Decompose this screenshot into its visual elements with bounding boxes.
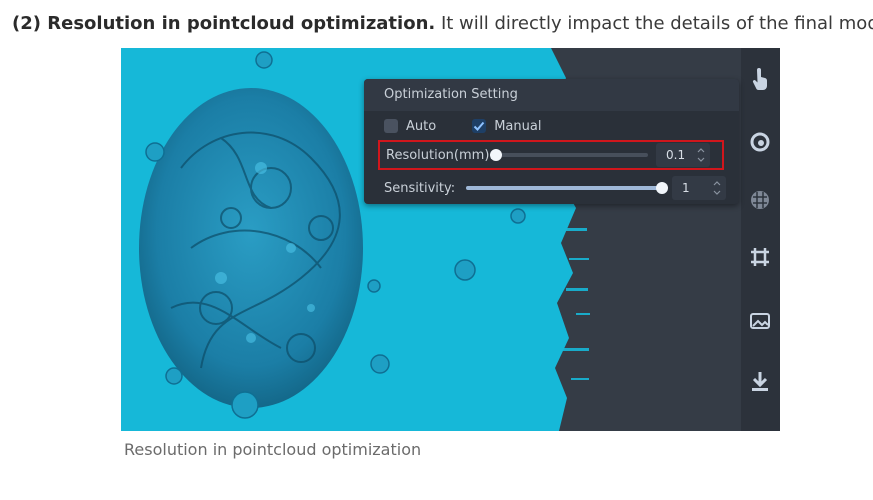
section-heading: (2) Resolution in pointcloud optimizatio… [12,13,436,34]
sensitivity-slider-fill [466,186,662,190]
spinner-arrows-icon[interactable] [712,178,722,198]
sensitivity-value: 1 [682,181,690,195]
auto-checkbox[interactable] [384,119,398,133]
manual-checkbox[interactable] [472,119,487,133]
resolution-input[interactable]: 0.1 [656,143,710,167]
figure-caption: Resolution in pointcloud optimization [124,440,422,459]
checkmark-icon [473,121,485,131]
hand-touch-icon[interactable] [745,64,775,94]
manual-label: Manual [494,118,542,134]
lasso-select-icon[interactable] [745,127,775,157]
resolution-row: Resolution(mm): 0.1 [378,140,724,170]
download-icon[interactable] [745,366,775,396]
mesh-icon[interactable] [745,185,775,215]
resolution-value: 0.1 [666,148,686,162]
image-texture-icon[interactable] [745,306,775,336]
sensitivity-slider[interactable] [466,182,668,194]
screenshot-figure: Optimization Setting Auto Manual Resolut… [121,48,780,431]
section-description: It will directly impact the details of t… [435,13,873,34]
right-toolbar [741,48,780,431]
dragon-model [139,88,363,408]
sensitivity-slider-thumb[interactable] [656,182,668,194]
manual-option[interactable]: Manual [472,119,541,134]
spinner-arrows-icon[interactable] [696,145,706,165]
panel-title: Optimization Setting [364,79,739,111]
sensitivity-input[interactable]: 1 [672,176,726,200]
optimization-setting-panel: Optimization Setting Auto Manual Resolut… [364,79,739,204]
resolution-slider-thumb[interactable] [490,149,502,161]
sensitivity-label: Sensitivity: [384,180,456,196]
article-paragraph: (2) Resolution in pointcloud optimizatio… [12,11,873,37]
auto-label: Auto [406,118,437,134]
mode-selector: Auto Manual [384,115,577,137]
resolution-slider[interactable] [490,149,648,161]
crop-grid-icon[interactable] [745,242,775,272]
resolution-label: Resolution(mm): [386,147,494,163]
auto-option[interactable]: Auto [384,119,436,134]
sensitivity-row: Sensitivity: 1 [378,173,726,203]
